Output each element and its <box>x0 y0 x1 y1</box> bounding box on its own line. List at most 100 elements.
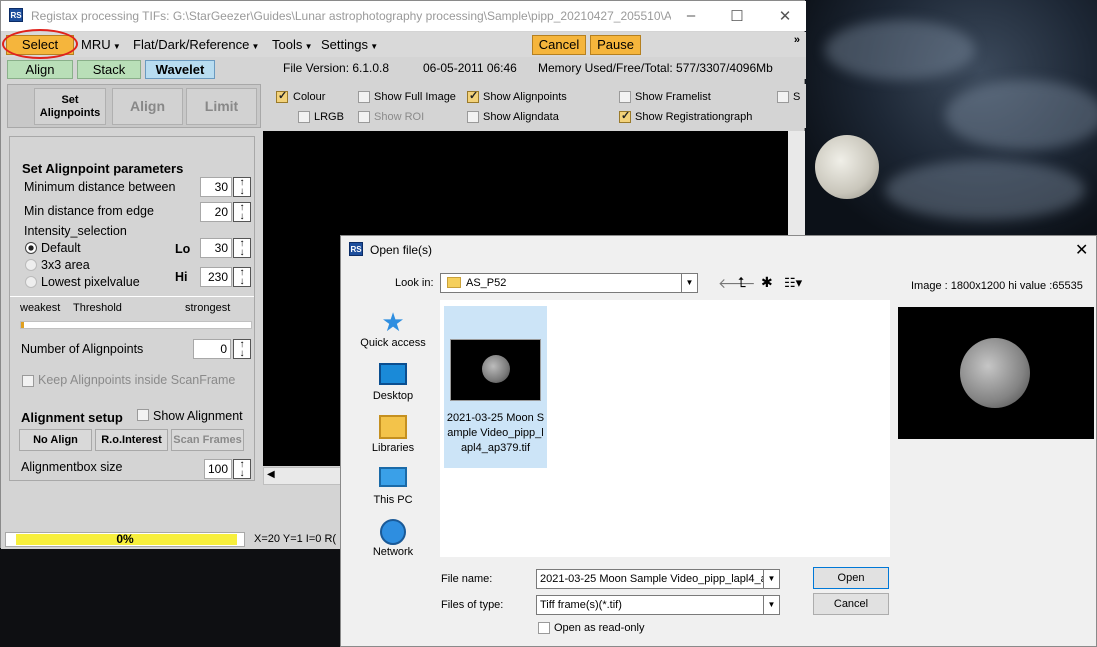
place-label: Quick access <box>360 337 426 349</box>
menu-settings[interactable]: Settings ▼ <box>321 37 378 52</box>
show-full-image-checkbox[interactable] <box>358 91 370 103</box>
display-options: Colour LRGB Show Full Image Show ROI Sho… <box>264 84 806 128</box>
file-thumbnail <box>450 339 541 401</box>
tab-align[interactable]: Align <box>7 60 73 79</box>
close-icon[interactable]: ✕ <box>1075 240 1088 260</box>
background-dark <box>0 548 340 647</box>
min-distance-between-stepper[interactable]: ↑ ↓ <box>233 177 251 197</box>
hi-label: Hi <box>175 270 188 284</box>
intensity-selection-label: Intensity_selection <box>24 224 127 238</box>
tab-stack[interactable]: Stack <box>77 60 141 79</box>
maximize-button[interactable]: ☐ <box>727 7 747 25</box>
menu-tools[interactable]: Tools ▼ <box>272 37 313 52</box>
pause-button[interactable]: Pause <box>590 35 641 55</box>
show-aligndata-checkbox[interactable] <box>467 111 479 123</box>
file-item[interactable]: 2021-03-25 Moon Sample Video_pipp_lapl4_… <box>444 306 547 468</box>
show-aligndata-label: Show Aligndata <box>483 111 559 123</box>
place-libraries[interactable]: Libraries <box>349 411 437 454</box>
look-in-select[interactable]: AS_P52 ▼ <box>440 273 698 293</box>
more-menu-icon[interactable]: » <box>794 34 800 46</box>
lrgb-label: LRGB <box>314 111 344 123</box>
up-folder-icon[interactable]: ⮤ <box>738 274 746 291</box>
file-item-name: 2021-03-25 Moon Sample Video_pipp_lapl4_… <box>446 412 545 454</box>
alignment-setup-label: Alignment setup <box>21 410 123 425</box>
coords-readout: X=20 Y=1 I=0 R( <box>254 533 337 545</box>
place-network[interactable]: Network <box>349 515 437 558</box>
show-registrationgraph-checkbox[interactable] <box>619 109 631 123</box>
min-distance-edge-input[interactable]: 20 <box>200 202 232 222</box>
dialog-app-icon: RS <box>349 242 363 256</box>
no-align-button[interactable]: No Align <box>19 429 92 451</box>
ro-interest-button[interactable]: R.o.Interest <box>95 429 168 451</box>
menu-bar: Select MRU ▼ Flat/Dark/Reference ▼ Tools… <box>1 32 806 57</box>
chevron-down-icon[interactable]: ▼ <box>763 596 779 614</box>
progress-bar: 0% <box>5 532 245 547</box>
chevron-down-icon[interactable]: ▼ <box>763 570 779 588</box>
show-full-image-label: Show Full Image <box>374 91 456 103</box>
background-moon <box>815 135 879 199</box>
hi-stepper[interactable]: ↑ ↓ <box>233 267 251 287</box>
set-alignpoints-label-2: Alignpoints <box>39 107 101 119</box>
strongest-label: strongest <box>185 302 231 314</box>
view-menu-icon[interactable]: ☷▾ <box>784 275 802 291</box>
min-distance-between-label: Minimum distance between <box>24 180 176 194</box>
area-radio[interactable] <box>25 259 37 271</box>
chevron-left-icon[interactable]: ◀ <box>267 469 275 480</box>
file-name-input[interactable]: 2021-03-25 Moon Sample Video_pipp_lapl4_… <box>536 569 780 589</box>
limit-button[interactable]: Limit <box>186 88 257 125</box>
open-file-dialog: RS Open file(s) ✕ Look in: AS_P52 ▼ 🡐 ⮤ … <box>340 235 1097 647</box>
threshold-slider[interactable] <box>20 321 252 329</box>
alignmentbox-size-stepper[interactable]: ↑ ↓ <box>233 459 251 479</box>
chevron-down-icon: ▼ <box>110 42 121 51</box>
scan-frames-button[interactable]: Scan Frames <box>171 429 244 451</box>
threshold-slider-thumb[interactable] <box>21 322 24 328</box>
lrgb-checkbox[interactable] <box>298 111 310 123</box>
show-alignment-checkbox[interactable] <box>137 409 149 421</box>
thumbnail-moon <box>482 355 510 383</box>
place-this-pc[interactable]: This PC <box>349 463 437 506</box>
colour-label: Colour <box>293 91 326 103</box>
colour-checkbox[interactable] <box>276 89 288 103</box>
tab-wavelet[interactable]: Wavelet <box>145 60 215 79</box>
s-checkbox[interactable] <box>777 91 789 103</box>
preview-moon <box>960 338 1030 408</box>
align-button[interactable]: Align <box>112 88 183 125</box>
open-button[interactable]: Open <box>813 567 889 589</box>
set-alignpoints-button[interactable]: Set Alignpoints <box>34 88 106 125</box>
show-roi-checkbox[interactable] <box>358 111 370 123</box>
alignmentbox-size-label: Alignmentbox size <box>21 460 123 474</box>
minimize-button[interactable]: – <box>681 7 701 24</box>
default-radio[interactable] <box>25 242 37 254</box>
menu-mru[interactable]: MRU ▼ <box>81 37 121 52</box>
number-alignpoints-stepper[interactable]: ↑ ↓ <box>233 339 251 359</box>
close-button[interactable]: ✕ <box>775 7 795 25</box>
show-alignpoints-checkbox[interactable] <box>467 89 479 103</box>
place-desktop[interactable]: Desktop <box>349 359 437 402</box>
keep-inside-label: Keep Alignpoints inside ScanFrame <box>38 373 236 387</box>
back-arrow-icon[interactable]: 🡐 <box>718 275 756 292</box>
dialog-cancel-button[interactable]: Cancel <box>813 593 889 615</box>
chevron-down-icon: ▼ <box>249 42 260 51</box>
new-folder-icon[interactable]: ✱ <box>761 274 773 291</box>
place-quick-access[interactable]: ★ Quick access <box>349 307 437 349</box>
show-framelist-label: Show Framelist <box>635 91 711 103</box>
keep-inside-checkbox[interactable] <box>22 375 34 387</box>
show-framelist-checkbox[interactable] <box>619 91 631 103</box>
number-alignpoints-input[interactable]: 0 <box>193 339 231 359</box>
look-in-value: AS_P52 <box>466 277 507 289</box>
cancel-button[interactable]: Cancel <box>532 35 586 55</box>
alignmentbox-size-input[interactable]: 100 <box>204 459 232 479</box>
lowest-radio[interactable] <box>25 276 37 288</box>
read-only-checkbox[interactable] <box>538 622 550 634</box>
hi-input[interactable]: 230 <box>200 267 232 287</box>
lo-stepper[interactable]: ↑ ↓ <box>233 238 251 258</box>
min-distance-between-input[interactable]: 30 <box>200 177 232 197</box>
show-registrationgraph-label: Show Registrationgraph <box>635 111 753 123</box>
file-list: 2021-03-25 Moon Sample Video_pipp_lapl4_… <box>440 300 890 557</box>
file-type-select[interactable]: Tiff frame(s)(*.tif) ▼ <box>536 595 780 615</box>
min-distance-edge-stepper[interactable]: ↑ ↓ <box>233 202 251 222</box>
menu-flat-dark-reference[interactable]: Flat/Dark/Reference ▼ <box>133 37 259 52</box>
lo-input[interactable]: 30 <box>200 238 232 258</box>
chevron-down-icon[interactable]: ▼ <box>681 274 697 292</box>
threshold-label: Threshold <box>73 302 122 314</box>
